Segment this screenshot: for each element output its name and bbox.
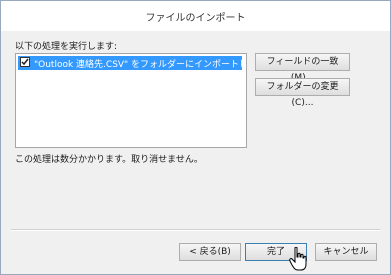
checkmark-icon [21, 58, 29, 66]
footer-divider [11, 229, 380, 231]
title-bar: ファイルのインポート [1, 1, 390, 31]
warning-note: この処理は数分かかります。取り消せません。 [15, 155, 203, 165]
action-list-item[interactable]: "Outlook 連絡先.CSV" をフォルダーにインポートします... [18, 56, 242, 70]
hand-cursor-icon [289, 247, 307, 271]
import-file-dialog: ファイルのインポート 以下の処理を実行します: "Outlook 連絡先.CSV… [0, 0, 391, 275]
actions-listbox[interactable]: "Outlook 連絡先.CSV" をフォルダーにインポートします... [15, 53, 247, 148]
back-button[interactable]: < 戻る(B) [179, 243, 241, 261]
action-checkbox[interactable] [20, 57, 30, 67]
actions-prompt-label: 以下の処理を実行します: [15, 42, 118, 52]
map-fields-button[interactable]: フィールドの一致(M)... [255, 53, 350, 83]
action-item-label: "Outlook 連絡先.CSV" をフォルダーにインポートします... [34, 60, 242, 70]
dialog-title: ファイルのインポート [145, 13, 246, 24]
change-folder-button[interactable]: フォルダーの変更(C)... [255, 78, 350, 108]
cancel-button[interactable]: キャンセル [315, 243, 377, 261]
